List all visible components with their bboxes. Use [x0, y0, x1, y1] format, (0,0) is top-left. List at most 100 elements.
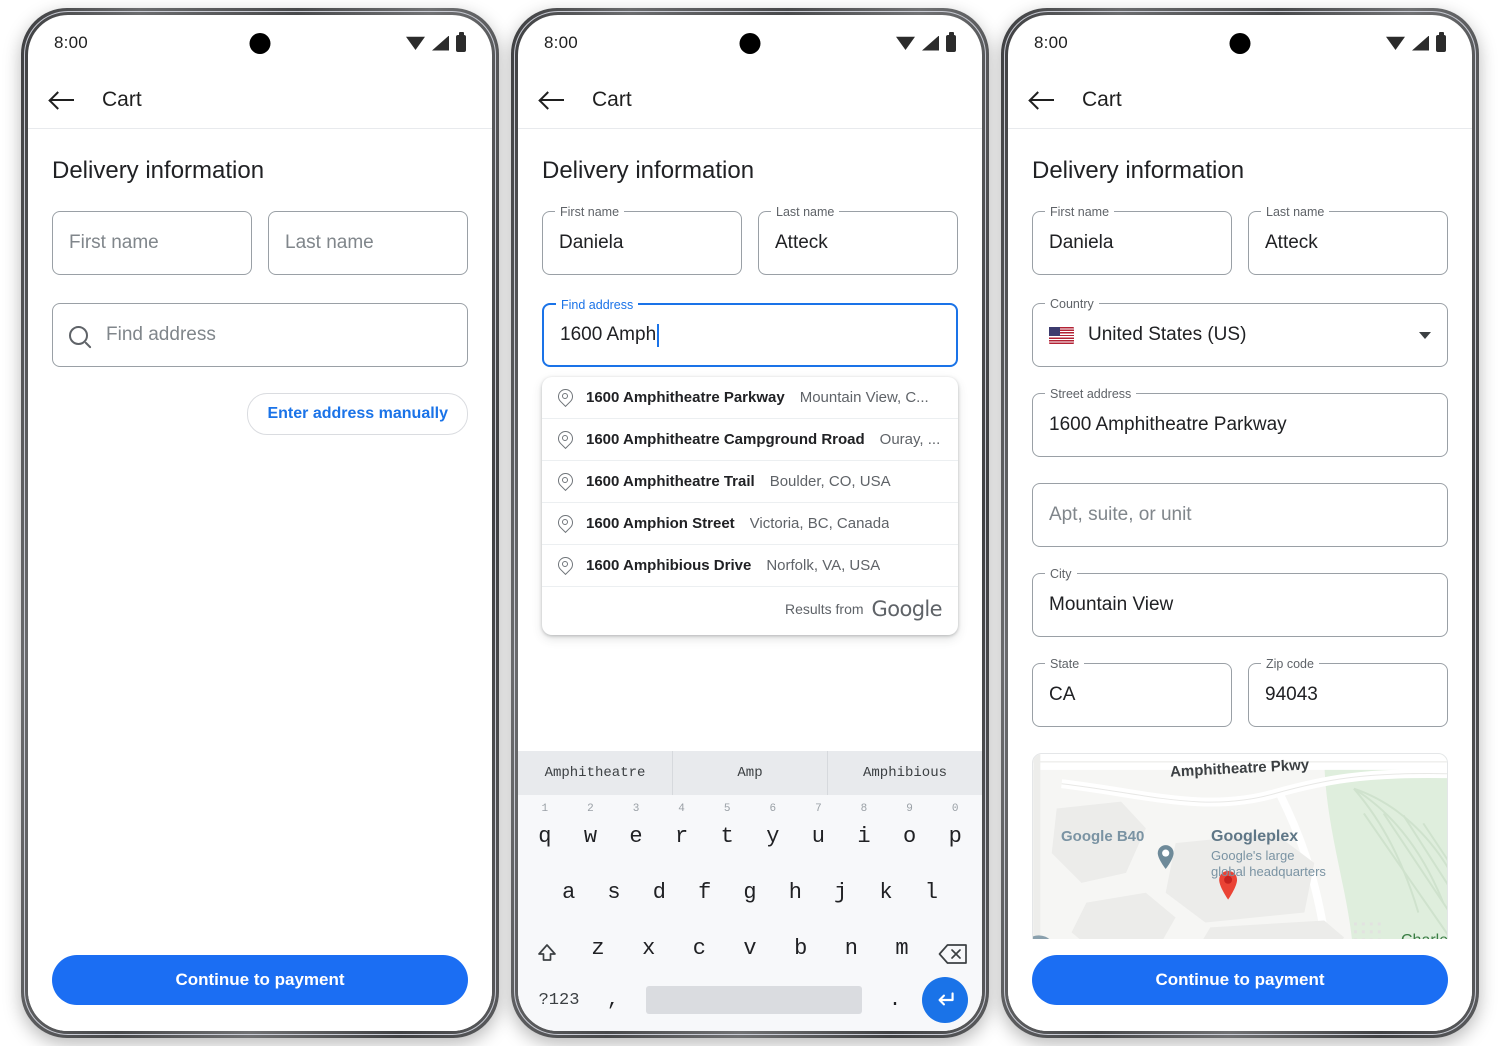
- zip-code-field[interactable]: Zip code 94043: [1248, 656, 1448, 727]
- key-g[interactable]: g: [727, 880, 772, 913]
- street-address-field[interactable]: Street address 1600 Amphitheatre Parkway: [1032, 386, 1448, 457]
- back-arrow-icon[interactable]: [540, 87, 566, 113]
- keyboard-row-2: a s d f g h j k l: [518, 857, 982, 913]
- key-h[interactable]: h: [773, 880, 818, 913]
- country-select[interactable]: Country United States (US): [1032, 296, 1448, 367]
- last-name-label: Last name: [1261, 204, 1330, 220]
- numeric-mode-key[interactable]: ?123: [528, 991, 590, 1010]
- status-bar: 8:00: [1008, 15, 1472, 71]
- first-name-label: First name: [555, 204, 625, 220]
- suggestion-sub: Ouray, ...: [879, 431, 941, 448]
- first-name-placeholder: First name: [69, 232, 159, 253]
- last-name-field[interactable]: Last name: [268, 211, 468, 275]
- key-number-hint: 1: [541, 803, 549, 815]
- page-title: Cart: [1082, 87, 1122, 111]
- apt-placeholder: Apt, suite, or unit: [1049, 504, 1192, 525]
- key-label: r: [675, 824, 689, 849]
- state-label: State: [1045, 656, 1085, 672]
- key-n[interactable]: n: [826, 936, 877, 969]
- location-pin-icon: [558, 515, 571, 532]
- key-f[interactable]: f: [682, 880, 727, 913]
- key-y[interactable]: 6y: [750, 803, 796, 857]
- backspace-icon[interactable]: [927, 943, 978, 969]
- enter-address-manually-button[interactable]: Enter address manually: [247, 393, 468, 435]
- location-pin-icon: [558, 473, 571, 490]
- continue-to-payment-button[interactable]: Continue to payment: [52, 955, 468, 1005]
- key-comma[interactable]: ,: [590, 989, 636, 1012]
- city-field[interactable]: City Mountain View: [1032, 566, 1448, 637]
- suggestion-sub: Norfolk, VA, USA: [766, 557, 881, 574]
- name-row: First name Daniela Last name Atteck: [1032, 204, 1448, 275]
- key-number-hint: 4: [678, 803, 685, 815]
- list-item[interactable]: 1600 Amphibious Drive Norfolk, VA, USA: [542, 545, 958, 587]
- app-bar: Cart: [28, 71, 492, 129]
- city-label: City: [1045, 566, 1077, 582]
- back-arrow-icon[interactable]: [50, 87, 76, 113]
- key-t[interactable]: 5t: [704, 803, 750, 857]
- state-field[interactable]: State CA: [1032, 656, 1232, 727]
- shift-icon[interactable]: [522, 941, 573, 969]
- key-c[interactable]: c: [674, 936, 725, 969]
- key-z[interactable]: z: [573, 936, 624, 969]
- key-number-hint: 0: [951, 803, 959, 815]
- key-u[interactable]: 7u: [796, 803, 842, 857]
- battery-icon: [1436, 31, 1446, 52]
- key-l[interactable]: l: [909, 880, 954, 913]
- key-number-hint: 2: [587, 803, 594, 815]
- status-bar: 8:00: [28, 15, 492, 71]
- find-address-field[interactable]: Find address 1600 Amph: [542, 297, 958, 367]
- map-label-road: Amphitheatre Pkwy: [1170, 756, 1310, 781]
- key-p[interactable]: 0p: [932, 803, 978, 857]
- list-item[interactable]: 1600 Amphitheatre Campground Rroad Ouray…: [542, 419, 958, 461]
- list-item[interactable]: 1600 Amphion Street Victoria, BC, Canada: [542, 503, 958, 545]
- find-address-value: 1600 Amph: [560, 324, 657, 345]
- keyboard-suggestion[interactable]: Amp: [673, 751, 828, 795]
- key-w[interactable]: 2w: [568, 803, 614, 857]
- suggestion-sub: Victoria, BC, Canada: [749, 515, 890, 532]
- keyboard-suggestion[interactable]: Amphibious: [828, 751, 982, 795]
- key-r[interactable]: 4r: [659, 803, 705, 857]
- first-name-field[interactable]: First name Daniela: [1032, 204, 1232, 275]
- key-k[interactable]: k: [863, 880, 908, 913]
- address-map-preview[interactable]: Amphitheatre Pkwy Google B40 Googleplex …: [1032, 753, 1448, 939]
- space-key[interactable]: [646, 986, 862, 1014]
- name-row: First name Last name: [52, 211, 468, 275]
- key-i[interactable]: 8i: [841, 803, 887, 857]
- key-o[interactable]: 9o: [887, 803, 933, 857]
- chevron-down-icon: [1419, 331, 1431, 339]
- key-label: p: [948, 824, 962, 849]
- apt-field[interactable]: Apt, suite, or unit: [1032, 483, 1448, 547]
- us-flag-icon: [1049, 326, 1074, 344]
- first-name-value: Daniela: [559, 232, 624, 253]
- signal-icon: [432, 35, 449, 51]
- key-a[interactable]: a: [546, 880, 591, 913]
- first-name-field[interactable]: First name: [52, 211, 252, 275]
- list-item[interactable]: 1600 Amphitheatre Parkway Mountain View,…: [542, 377, 958, 419]
- key-m[interactable]: m: [877, 936, 928, 969]
- key-x[interactable]: x: [623, 936, 674, 969]
- key-period[interactable]: .: [872, 989, 918, 1012]
- key-s[interactable]: s: [591, 880, 636, 913]
- phone-2-content: Delivery information First name Daniela …: [518, 129, 982, 751]
- enter-key[interactable]: [918, 977, 972, 1023]
- key-number-hint: 7: [815, 803, 822, 815]
- first-name-field[interactable]: First name Daniela: [542, 204, 742, 275]
- key-j[interactable]: j: [818, 880, 863, 913]
- last-name-field[interactable]: Last name Atteck: [1248, 204, 1448, 275]
- key-b[interactable]: b: [775, 936, 826, 969]
- key-q[interactable]: 1q: [522, 803, 568, 857]
- page-title: Cart: [102, 87, 142, 111]
- back-arrow-icon[interactable]: [1030, 87, 1056, 113]
- key-e[interactable]: 3e: [613, 803, 659, 857]
- find-address-field[interactable]: Find address: [52, 303, 468, 367]
- keyboard-suggestion[interactable]: Amphitheatre: [518, 751, 673, 795]
- list-item[interactable]: 1600 Amphitheatre Trail Boulder, CO, USA: [542, 461, 958, 503]
- battery-icon: [946, 31, 956, 52]
- continue-to-payment-button[interactable]: Continue to payment: [1032, 955, 1448, 1005]
- last-name-field[interactable]: Last name Atteck: [758, 204, 958, 275]
- last-name-value: Atteck: [1265, 232, 1318, 253]
- key-d[interactable]: d: [637, 880, 682, 913]
- address-suggestions-list: 1600 Amphitheatre Parkway Mountain View,…: [542, 377, 958, 635]
- key-v[interactable]: v: [725, 936, 776, 969]
- enter-icon: [922, 977, 968, 1023]
